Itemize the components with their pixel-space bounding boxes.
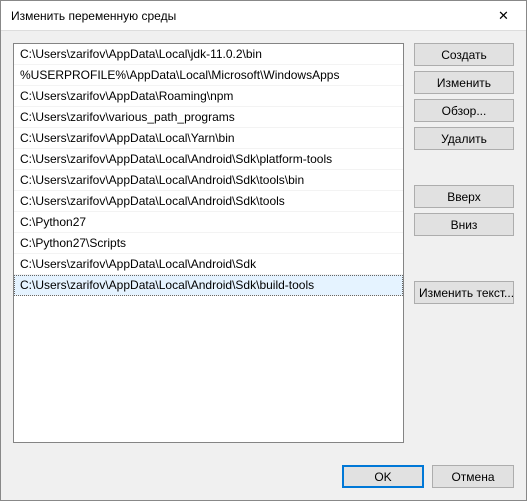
delete-button[interactable]: Удалить <box>414 127 514 150</box>
list-item[interactable]: C:\Users\zarifov\various_path_programs <box>14 107 403 128</box>
ok-button[interactable]: OK <box>342 465 424 488</box>
edit-text-button[interactable]: Изменить текст... <box>414 281 514 304</box>
cancel-button[interactable]: Отмена <box>432 465 514 488</box>
close-icon: ✕ <box>498 9 509 22</box>
path-listbox[interactable]: C:\Users\zarifov\AppData\Local\jdk-11.0.… <box>13 43 404 443</box>
list-item[interactable]: C:\Users\zarifov\AppData\Local\jdk-11.0.… <box>14 44 403 65</box>
content-area: C:\Users\zarifov\AppData\Local\jdk-11.0.… <box>1 31 526 455</box>
move-up-button[interactable]: Вверх <box>414 185 514 208</box>
list-item[interactable]: C:\Users\zarifov\AppData\Local\Android\S… <box>14 275 403 296</box>
list-item[interactable]: C:\Users\zarifov\AppData\Local\Android\S… <box>14 254 403 275</box>
list-item[interactable]: C:\Users\zarifov\AppData\Local\Android\S… <box>14 191 403 212</box>
bottom-button-bar: OK Отмена <box>1 455 526 500</box>
move-down-button[interactable]: Вниз <box>414 213 514 236</box>
list-item[interactable]: C:\Users\zarifov\AppData\Local\Android\S… <box>14 149 403 170</box>
create-button[interactable]: Создать <box>414 43 514 66</box>
list-item[interactable]: C:\Users\zarifov\AppData\Local\Android\S… <box>14 170 403 191</box>
list-item[interactable]: C:\Users\zarifov\AppData\Roaming\npm <box>14 86 403 107</box>
spacer <box>414 241 514 276</box>
side-button-panel: Создать Изменить Обзор... Удалить Вверх … <box>414 43 514 443</box>
dialog-window: Изменить переменную среды ✕ C:\Users\zar… <box>0 0 527 501</box>
edit-button[interactable]: Изменить <box>414 71 514 94</box>
titlebar: Изменить переменную среды ✕ <box>1 1 526 31</box>
close-button[interactable]: ✕ <box>481 1 526 31</box>
browse-button[interactable]: Обзор... <box>414 99 514 122</box>
list-item[interactable]: C:\Python27\Scripts <box>14 233 403 254</box>
spacer <box>414 155 514 180</box>
list-item[interactable]: %USERPROFILE%\AppData\Local\Microsoft\Wi… <box>14 65 403 86</box>
list-item[interactable]: C:\Users\zarifov\AppData\Local\Yarn\bin <box>14 128 403 149</box>
list-item[interactable]: C:\Python27 <box>14 212 403 233</box>
window-title: Изменить переменную среды <box>1 9 176 23</box>
